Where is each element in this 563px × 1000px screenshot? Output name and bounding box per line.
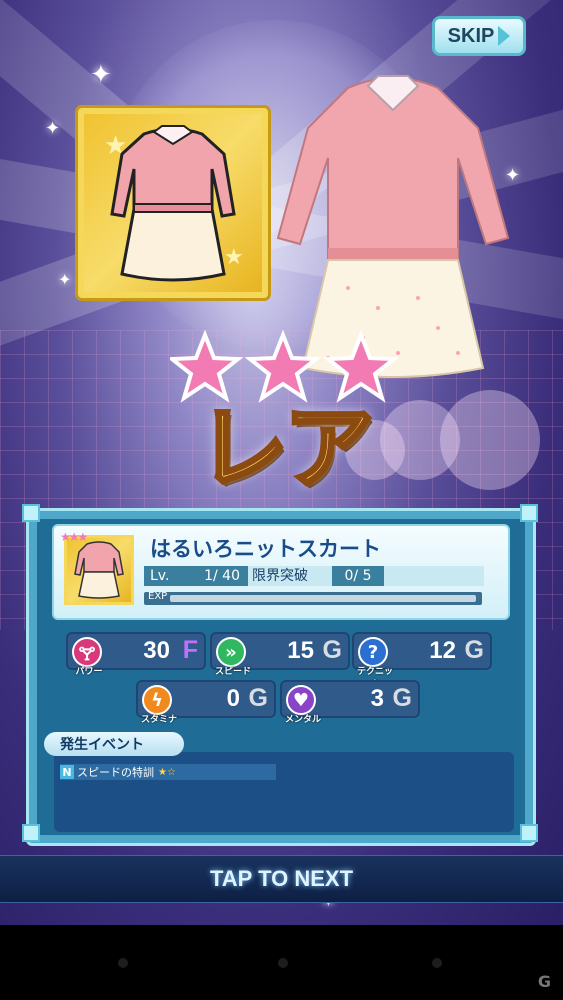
speed-icon: » [216,637,246,667]
stat-mental: ♥ メンタル 3 G [280,680,420,725]
panel-corner [22,824,40,842]
item-name: はるいろニットスカート [150,537,381,561]
stat-label: スタミナ [140,715,177,725]
tap-to-next-button[interactable]: TAP TO NEXT [0,855,563,903]
item-card: ★ ★ [78,108,268,298]
limit-break-value: 0/ 5 [332,566,384,586]
stat-label: パワー [75,667,103,677]
item-thumbnail [64,535,134,605]
stamina-icon: ϟ [142,685,172,715]
mental-icon: ♥ [286,685,316,715]
limit-break-label: 限界突破 [252,568,308,584]
bokeh-light [440,390,540,490]
power-icon: 🝖 [72,637,102,667]
stat-grade: G [392,684,412,712]
stat-technique: ? テクニック 12 G [352,632,492,690]
event-heading: 発生イベント [44,732,184,756]
panel-corner [520,504,538,522]
stat-grade: F [182,636,198,664]
gacha-result-stage[interactable]: ✦ ✦ ✦ ✦ ★ ★ レア SKIP ★★★ はるいろニットスカート Lv. … [0,0,563,925]
technique-icon: ? [358,637,388,667]
event-stars: ★☆ [158,766,176,778]
stat-value: 0 [226,685,240,712]
nav-back-icon[interactable] [118,958,128,968]
mini-rarity-stars: ★★★ [60,530,88,544]
stat-grade: G [464,636,484,664]
stat-power: 🝖 パワー 30 F [66,632,206,677]
stat-value: 15 [287,637,314,664]
stat-stamina: ϟ スタミナ 0 G [136,680,276,725]
stat-value: 12 [429,637,456,664]
tap-to-next-label: TAP TO NEXT [209,866,354,891]
stat-label: メンタル [284,715,321,725]
exp-fill [170,595,476,602]
event-tag: N [60,765,74,779]
stat-label: スピード [214,667,251,677]
level-box: Lv. 1/ 40 [144,566,248,586]
sparkle-icon: ✦ [58,270,72,289]
panel-corner [520,824,538,842]
watermark-logo: G [537,972,551,991]
sparkle-icon: ✦ [45,118,61,139]
svg-text:★: ★ [224,245,244,270]
sparkle-icon: ✦ [90,60,112,90]
stat-speed: » スピード 15 G [210,632,350,677]
skip-button[interactable]: SKIP [432,16,526,56]
exp-label: EXP [148,591,168,602]
stat-value: 30 [143,637,170,664]
exp-bar: EXP [144,591,482,605]
level-label: Lv. [150,568,170,584]
level-value: 1/ 40 [204,568,240,584]
rarity-label: レア [196,394,376,503]
stat-grade: G [322,636,342,664]
event-label: スピードの特訓 [77,766,154,779]
stat-grade: G [248,684,268,712]
nav-home-icon[interactable] [278,958,288,968]
panel-corner [22,504,40,522]
nav-recents-icon[interactable] [432,958,442,968]
list-item[interactable]: N スピードの特訓 ★☆ [60,764,276,780]
outfit-thumbnail-icon: ★ ★ [104,125,244,282]
outfit-icon [74,541,124,599]
stat-value: 3 [370,685,384,712]
skip-label: SKIP [447,24,495,47]
play-arrow-icon [498,26,511,46]
